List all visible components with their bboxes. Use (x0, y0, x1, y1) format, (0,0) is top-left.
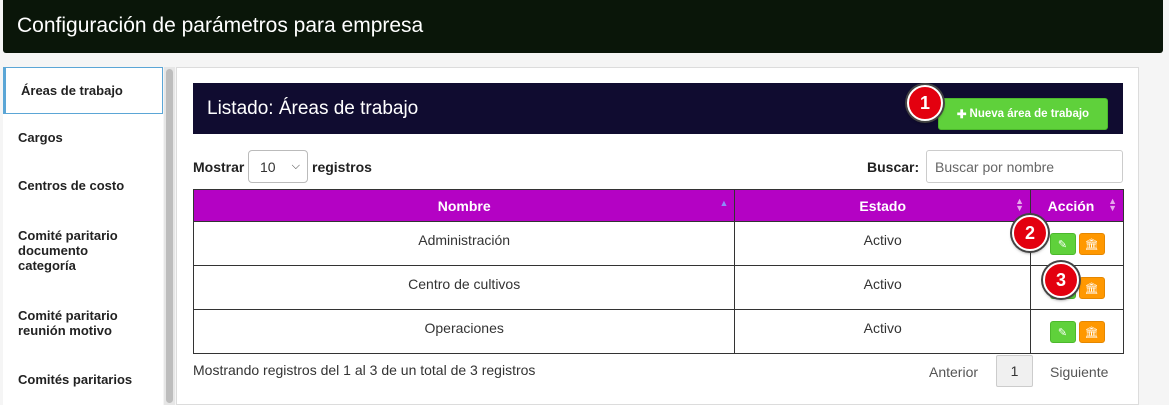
page-number-button[interactable]: 1 (996, 355, 1033, 387)
cell-nombre: Operaciones (192, 309, 736, 354)
cell-estado: Activo (734, 221, 1032, 266)
sidebar-item-cargos[interactable]: Cargos (3, 114, 163, 162)
sidebar-item-label: Comité paritario documento categoría (18, 227, 118, 273)
sidebar-item-label: Centros de costo (18, 178, 125, 193)
cell-nombre: Centro de cultivos (192, 265, 736, 310)
cell-accion: ✎🏛 (1030, 309, 1124, 354)
plus-icon: ✚ (956, 109, 967, 121)
scrollbar-thumb[interactable] (166, 69, 173, 403)
page-size-select[interactable]: 10 ⌵ (248, 150, 308, 183)
delete-button[interactable]: 🏛 (1078, 277, 1105, 299)
table-row: Administración Activo ✎ 🏛 (192, 221, 1124, 266)
records-info: Mostrando registros del 1 al 3 de un tot… (193, 362, 536, 378)
sidebar-item-label: Comités paritarios (18, 372, 133, 387)
institution-icon: 🏛 (1084, 283, 1099, 295)
sort-both-icon: ▲ ▼ (1108, 196, 1117, 213)
sidebar-item-label: Comité paritario reunión motivo (18, 307, 118, 338)
page-title: Configuración de parámetros para empresa (17, 14, 424, 37)
edit-button[interactable]: ✎ (1049, 321, 1076, 343)
sidebar: Áreas de trabajo Cargos Centros de costo… (3, 67, 163, 405)
pencil-icon: ✎ (1057, 327, 1068, 339)
table-header-row: Nombre ▲ Estado ▲ ▼ Acción ▲ ▼ (192, 189, 1124, 222)
table-row: Operaciones Activo ✎ 🏛 (192, 309, 1124, 354)
delete-button[interactable]: 🏛 (1078, 233, 1105, 255)
chevron-down-icon: ⌵ (291, 160, 300, 172)
listing-bar: Listado: Áreas de trabajo ✚ Nueva área d… (193, 83, 1123, 134)
institution-icon: 🏛 (1084, 239, 1099, 251)
cell-estado: Activo (734, 265, 1032, 310)
delete-button[interactable]: 🏛 (1078, 321, 1105, 343)
column-header-estado[interactable]: Estado ▲ ▼ (734, 189, 1032, 222)
annotation-badge-1: 1 (907, 85, 943, 121)
sidebar-item-label: Cargos (18, 130, 63, 145)
column-header-label: Acción (1047, 197, 1095, 214)
new-area-button[interactable]: ✚ Nueva área de trabajo (938, 98, 1108, 130)
search-input[interactable] (926, 150, 1123, 183)
page-header: Configuración de parámetros para empresa (3, 0, 1163, 53)
pencil-icon: ✎ (1057, 239, 1068, 251)
search-label: Buscar: (867, 159, 920, 175)
page-size-value: 10 (260, 159, 276, 175)
next-page-button[interactable]: Siguiente (1050, 364, 1108, 380)
column-header-accion[interactable]: Acción ▲ ▼ (1030, 189, 1124, 222)
column-header-label: Nombre (437, 197, 491, 214)
annotation-badge-2: 2 (1012, 215, 1048, 251)
edit-button[interactable]: ✎ (1049, 233, 1076, 255)
sidebar-item-comite-reunion-motivo[interactable]: Comité paritario reunión motivo (3, 291, 163, 355)
sidebar-item-label: Áreas de trabajo (21, 83, 123, 98)
records-label: registros (312, 159, 372, 175)
sidebar-item-comite-documento-categoria[interactable]: Comité paritario documento categoría (3, 210, 163, 291)
annotation-badge-3: 3 (1043, 262, 1079, 298)
prev-page-button[interactable]: Anterior (929, 364, 978, 380)
cell-estado: Activo (734, 309, 1032, 354)
show-label: Mostrar (193, 159, 245, 175)
table-row: Centro de cultivos Activo ✎🏛 (192, 265, 1124, 310)
column-header-label: Estado (859, 197, 907, 214)
sidebar-item-comites-paritarios[interactable]: Comités paritarios (3, 355, 163, 405)
sidebar-scrollbar[interactable] (164, 67, 175, 405)
listing-title: Listado: Áreas de trabajo (207, 98, 419, 119)
new-area-button-label: Nueva área de trabajo (969, 108, 1090, 120)
sort-both-icon: ▲ ▼ (1015, 196, 1025, 213)
column-header-nombre[interactable]: Nombre ▲ (192, 189, 736, 222)
cell-nombre: Administración (192, 221, 736, 266)
areas-table: Nombre ▲ Estado ▲ ▼ Acción ▲ ▼ Administrac… (192, 189, 1124, 354)
sidebar-item-areas-de-trabajo[interactable]: Áreas de trabajo (3, 67, 163, 114)
sort-asc-icon: ▲ (719, 198, 729, 208)
institution-icon: 🏛 (1084, 327, 1099, 339)
sidebar-item-centros-de-costo[interactable]: Centros de costo (3, 162, 163, 210)
